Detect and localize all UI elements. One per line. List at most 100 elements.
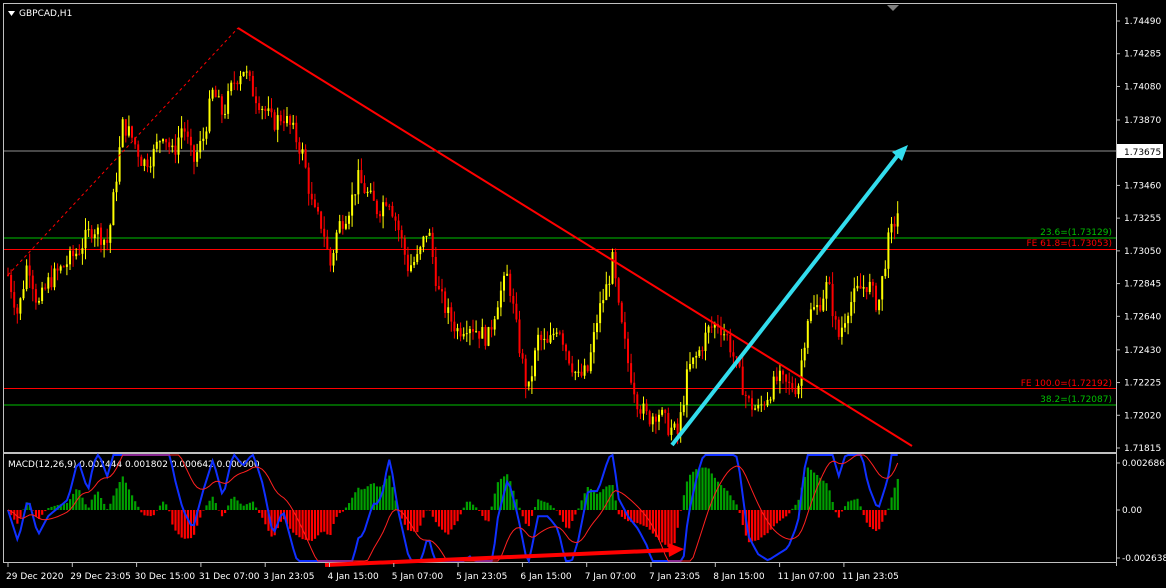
scroll-marker-icon[interactable] bbox=[887, 5, 899, 11]
macd-hist-bar bbox=[155, 510, 158, 511]
candle-body bbox=[270, 108, 273, 113]
macd-hist-bar bbox=[326, 510, 329, 535]
macd-hist-bar bbox=[794, 504, 797, 510]
candle-body bbox=[543, 338, 546, 341]
macd-hist-bar bbox=[174, 510, 177, 531]
candle-body bbox=[100, 227, 102, 245]
time-tick-label: 8 Jan 15:00 bbox=[713, 572, 765, 582]
triangle-down-icon[interactable] bbox=[8, 11, 15, 16]
fe-100-label: FE 100.0=(1.72192) bbox=[1021, 379, 1112, 389]
macd-hist-bar bbox=[558, 510, 561, 516]
candle-body bbox=[186, 131, 189, 137]
candle-body bbox=[546, 338, 549, 343]
candle-body bbox=[664, 409, 667, 413]
macd-hist-bar bbox=[468, 501, 472, 510]
candle-body bbox=[348, 215, 350, 224]
candle-body bbox=[307, 167, 310, 194]
macd-hist-bar bbox=[465, 501, 468, 510]
rising-arrow-line[interactable] bbox=[670, 153, 900, 447]
candle-body bbox=[152, 148, 155, 167]
macd-hist-bar bbox=[289, 510, 292, 529]
macd-hist-bar bbox=[599, 492, 602, 510]
macd-hist-bar bbox=[878, 510, 881, 530]
current-price-label: 1.73675 bbox=[1124, 148, 1161, 158]
candle-body bbox=[462, 333, 465, 337]
macd-hist-bar bbox=[375, 486, 379, 510]
macd-hist-bar bbox=[227, 505, 230, 510]
candle-body bbox=[856, 285, 859, 289]
candle-body bbox=[803, 347, 806, 361]
macd-hist-bar bbox=[875, 510, 878, 531]
candle-body bbox=[391, 205, 394, 217]
candle-body bbox=[875, 285, 877, 311]
candle-body bbox=[611, 251, 614, 284]
candle-body bbox=[518, 319, 521, 354]
candle-body bbox=[732, 352, 735, 357]
macd-hist-bar bbox=[261, 510, 264, 518]
candle-body bbox=[196, 152, 199, 162]
macd-hist-bar bbox=[96, 491, 100, 510]
candle-body bbox=[84, 229, 87, 249]
candle-body bbox=[530, 376, 533, 382]
macd-hist-bar bbox=[251, 501, 255, 510]
candle-body bbox=[710, 326, 713, 328]
candle-body bbox=[158, 141, 161, 143]
macd-hist-bar bbox=[329, 510, 332, 535]
candle-body bbox=[279, 115, 282, 122]
candle-body bbox=[81, 248, 84, 254]
candle-body bbox=[13, 292, 16, 308]
candle-body bbox=[28, 265, 31, 276]
macd-hist-bar bbox=[822, 480, 825, 510]
macd-hist-bar bbox=[320, 510, 323, 533]
macd-hist-bar bbox=[369, 483, 372, 510]
macd-hist-bar bbox=[552, 507, 555, 510]
macd-hist-bar bbox=[881, 510, 884, 522]
macd-hist-bar bbox=[220, 510, 224, 517]
candle-body bbox=[561, 333, 564, 345]
macd-hist-bar bbox=[230, 498, 233, 510]
macd-hist-bar bbox=[354, 492, 357, 510]
candle-body bbox=[168, 142, 171, 148]
candle-body bbox=[524, 358, 527, 387]
macd-hist-bar bbox=[540, 500, 543, 510]
macd-hist-bar bbox=[862, 510, 865, 516]
candle-body bbox=[735, 356, 738, 358]
candle-body bbox=[744, 394, 747, 397]
macd-hist-bar bbox=[87, 507, 90, 510]
candle-body bbox=[273, 112, 276, 130]
macd-hist-bar bbox=[447, 510, 450, 535]
candle-body bbox=[627, 338, 629, 364]
macd-hist-bar bbox=[865, 510, 868, 523]
candle-body bbox=[673, 423, 676, 428]
macd-hist-bar bbox=[834, 510, 837, 513]
candle-body bbox=[385, 202, 388, 206]
chart-window[interactable]: GBPCAD,H1 23.6=(1.73129) FE 61.8=(1.7305… bbox=[0, 0, 1166, 588]
candle-body bbox=[258, 103, 261, 110]
candle-body bbox=[707, 326, 710, 333]
candle-body bbox=[534, 350, 536, 377]
macd-hist-bar bbox=[323, 510, 326, 532]
candle-body bbox=[459, 328, 462, 337]
macd-hist-bar bbox=[481, 510, 484, 516]
candle-body bbox=[484, 327, 487, 346]
candle-body bbox=[577, 371, 580, 373]
candle-body bbox=[813, 307, 815, 310]
macd-hist-bar bbox=[205, 505, 208, 510]
candle-body bbox=[648, 411, 651, 425]
candle-body bbox=[847, 315, 850, 324]
candle-body bbox=[59, 266, 62, 271]
candle-body bbox=[205, 131, 208, 139]
macd-hist-bar bbox=[338, 510, 341, 514]
candle-body bbox=[472, 329, 474, 332]
macd-hist-bar bbox=[664, 510, 667, 545]
candle-body bbox=[766, 399, 769, 406]
candle-body bbox=[782, 370, 784, 375]
macd-hist-bar bbox=[701, 467, 704, 510]
macd-hist-bar bbox=[385, 478, 388, 510]
descending-trendline[interactable] bbox=[237, 27, 913, 447]
candle-body bbox=[65, 264, 68, 267]
candle-body bbox=[521, 353, 524, 359]
macd-hist-bar bbox=[478, 510, 481, 511]
candle-body bbox=[344, 223, 347, 229]
candle-body bbox=[785, 374, 788, 382]
